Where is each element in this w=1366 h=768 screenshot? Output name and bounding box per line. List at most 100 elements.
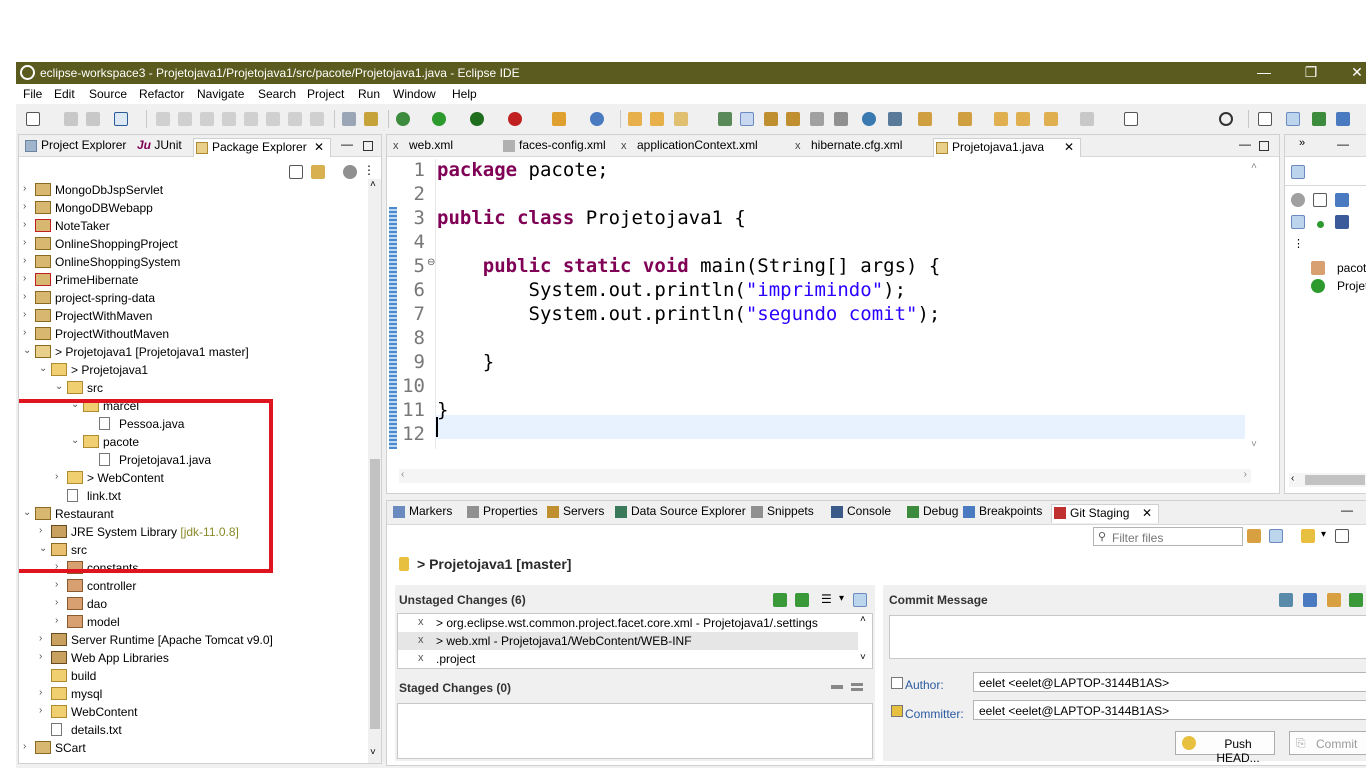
tab-snippets[interactable]: Snippets [749,504,814,523]
overflow-tabs-icon[interactable]: » [1299,137,1305,149]
scrollbar-thumb[interactable] [370,459,380,729]
forward-icon[interactable] [1044,112,1058,126]
open-perspective-icon[interactable] [1258,112,1272,126]
back-icon[interactable] [1016,112,1030,126]
menu-file[interactable]: File [23,87,42,101]
collapsed-arrow-icon[interactable]: › [55,597,65,608]
annotation-icon[interactable] [718,112,732,126]
staged-list[interactable] [397,703,873,759]
previous-annotation-icon[interactable] [958,112,972,126]
add-all-icon[interactable] [795,593,809,607]
collapsed-arrow-icon[interactable]: › [23,291,33,302]
word-wrap-icon[interactable] [764,112,778,126]
tab-markers[interactable]: Markers [391,504,452,523]
maximize-view-icon[interactable] [363,141,373,151]
tab-servers[interactable]: Servers [545,504,604,523]
expanded-arrow-icon[interactable]: ⌄ [23,345,33,356]
menu-source[interactable]: Source [89,87,127,101]
collapsed-arrow-icon[interactable]: › [39,705,49,716]
step-over-icon[interactable] [288,112,302,126]
maximize-editor-icon[interactable] [1259,141,1269,151]
close-tab-icon[interactable]: ✕ [1142,506,1152,520]
tab-faces-config[interactable]: faces-config.xml [501,138,606,157]
collapsed-arrow-icon[interactable]: › [23,309,33,320]
suspend-icon[interactable] [200,112,214,126]
tab-hibernate-cfg[interactable]: x hibernate.cfg.xml [793,138,902,157]
repository-dropdown-icon[interactable]: ▾ [1321,529,1326,540]
tab-projetojava1[interactable]: Projetojava1.java ✕ [933,138,1081,157]
drop-to-frame-icon[interactable] [342,112,356,126]
open-perspective-window-icon[interactable] [1124,112,1138,126]
close-tab-icon[interactable]: ✕ [314,140,324,154]
tab-console[interactable]: Console [829,504,891,523]
collapsed-arrow-icon[interactable]: › [23,201,33,212]
commit-options-icon[interactable] [1349,593,1363,607]
expanded-arrow-icon[interactable]: ⌄ [39,363,49,374]
menu-help[interactable]: Help [452,87,477,101]
hide-fields-icon[interactable] [1291,215,1305,229]
close-window-button[interactable]: ✕ [1342,64,1366,81]
open-task-icon[interactable] [650,112,664,126]
menu-navigate[interactable]: Navigate [197,87,244,101]
outline-class[interactable]: Projetojava1 [1337,279,1366,293]
search-tool-icon[interactable] [674,112,688,126]
new-server-icon[interactable] [552,112,566,126]
collapsed-arrow-icon[interactable]: › [23,327,33,338]
java-ee-perspective-icon[interactable] [1286,112,1300,126]
coverage-icon[interactable] [470,112,484,126]
amend-icon[interactable] [1303,593,1317,607]
presentation-icon[interactable] [1335,529,1349,543]
collapsed-arrow-icon[interactable]: › [55,615,65,626]
collapse-all-icon[interactable] [289,165,303,179]
link-selection-icon[interactable] [1269,529,1283,543]
debug-icon[interactable] [396,112,410,126]
outline-scrollbar[interactable]: ‹ [1289,473,1366,487]
list-presentation-icon[interactable]: ☰ [821,592,832,606]
collapsed-arrow-icon[interactable]: › [23,741,33,752]
last-edit-icon[interactable] [994,112,1008,126]
view-menu-icon[interactable]: ⋮ [363,163,375,177]
commit-button[interactable]: ⎘ Commit [1289,731,1366,755]
tab-project-explorer[interactable]: Project Explorer [23,138,126,157]
list-scroll-up-icon[interactable]: ˄ [860,614,866,625]
collapsed-arrow-icon[interactable]: › [55,579,65,590]
collapsed-arrow-icon[interactable]: › [23,273,33,284]
unstage-icon[interactable] [831,685,843,689]
use-step-filters-icon[interactable] [364,112,378,126]
search-icon[interactable] [1219,112,1233,126]
menu-window[interactable]: Window [393,87,436,101]
list-scroll-down-icon[interactable]: ˅ [860,652,866,663]
sign-off-icon[interactable] [1279,593,1293,607]
close-tab-icon[interactable]: ✕ [1064,140,1074,154]
scroll-down-icon[interactable]: ˅ [370,747,376,758]
sort-members-icon[interactable] [1335,193,1349,207]
show-whitespace-icon[interactable] [834,112,848,126]
step-into-icon[interactable] [266,112,280,126]
next-annotation-icon[interactable] [918,112,932,126]
menu-edit[interactable]: Edit [54,87,75,101]
collapsed-arrow-icon[interactable]: › [23,183,33,194]
add-to-index-icon[interactable] [773,593,787,607]
terminal-icon[interactable] [114,112,128,126]
minimize-view-icon[interactable]: — [341,137,353,151]
outline-package[interactable]: pacote [1337,261,1366,275]
committer-input[interactable]: eelet <eelet@LAPTOP-3144B1AS> [973,700,1366,720]
terminate-icon[interactable] [222,112,236,126]
editor-scroll-up-icon[interactable]: ˄ [1251,161,1257,172]
step-return-icon[interactable] [310,112,324,126]
expanded-arrow-icon[interactable]: ⌄ [55,381,65,392]
block-selection-icon[interactable] [786,112,800,126]
sort-changes-icon[interactable] [853,593,867,607]
outline-toolbar-icon[interactable] [1291,193,1305,207]
new-icon[interactable] [26,112,40,126]
tab-package-explorer[interactable]: Package Explorer ✕ [193,138,331,157]
collapse-outline-icon[interactable] [1313,193,1327,207]
tab-git-staging[interactable]: Git Staging ✕ [1051,504,1159,523]
public-member-icon[interactable] [1317,221,1324,228]
collapsed-arrow-icon[interactable]: › [39,651,49,662]
minimize-button[interactable]: — [1249,64,1279,80]
repository-icon[interactable] [1301,529,1315,543]
save-all-icon[interactable] [86,112,100,126]
author-label[interactable]: Author: [905,678,944,692]
outline-menu-icon[interactable]: ⋮ [1293,237,1304,250]
